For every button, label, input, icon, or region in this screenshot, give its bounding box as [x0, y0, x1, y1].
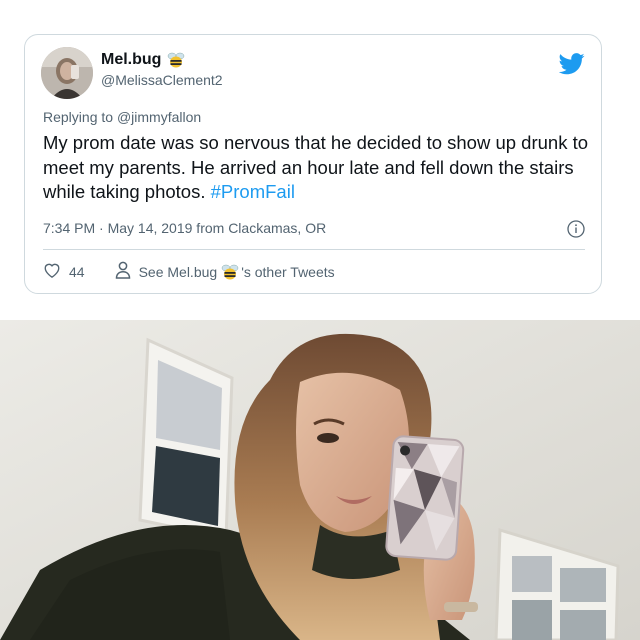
tweet-text: My prom date was so nervous that he deci…: [43, 131, 591, 205]
tweet-body: My prom date was so nervous that he deci…: [43, 132, 589, 202]
see-other-suffix: 's other Tweets: [241, 263, 335, 280]
see-other-prefix: See Mel.bug: [138, 263, 218, 280]
tweet-card: Mel.bug @MelissaClement2 Replying to @ji…: [24, 34, 602, 294]
like-button[interactable]: 44: [43, 262, 85, 281]
divider: [43, 249, 585, 250]
replying-to-mention[interactable]: @jimmyfallon: [117, 109, 201, 125]
hashtag-link[interactable]: #PromFail: [211, 181, 295, 202]
author-block: Mel.bug @MelissaClement2: [101, 51, 223, 88]
person-icon: [115, 261, 131, 282]
replying-prefix: Replying to: [43, 109, 114, 125]
actions-row: 44 See Mel.bug 's other Tweets: [43, 261, 335, 282]
bee-emoji-icon: [167, 51, 185, 69]
info-icon[interactable]: [567, 220, 585, 238]
display-name[interactable]: Mel.bug: [101, 51, 161, 69]
twitter-bird-icon[interactable]: [558, 53, 585, 75]
tweet-timestamp[interactable]: 7:34 PM · May 14, 2019 from Clackamas, O…: [43, 220, 326, 236]
see-other-tweets-link[interactable]: See Mel.bug 's other Tweets: [115, 261, 335, 282]
heart-icon: [43, 262, 61, 281]
like-count: 44: [69, 263, 85, 280]
selfie-photo: [0, 320, 640, 640]
replying-to-line: Replying to @jimmyfallon: [43, 109, 201, 125]
bee-emoji-icon: [221, 263, 239, 281]
avatar[interactable]: [41, 47, 93, 99]
user-handle[interactable]: @MelissaClement2: [101, 72, 223, 88]
